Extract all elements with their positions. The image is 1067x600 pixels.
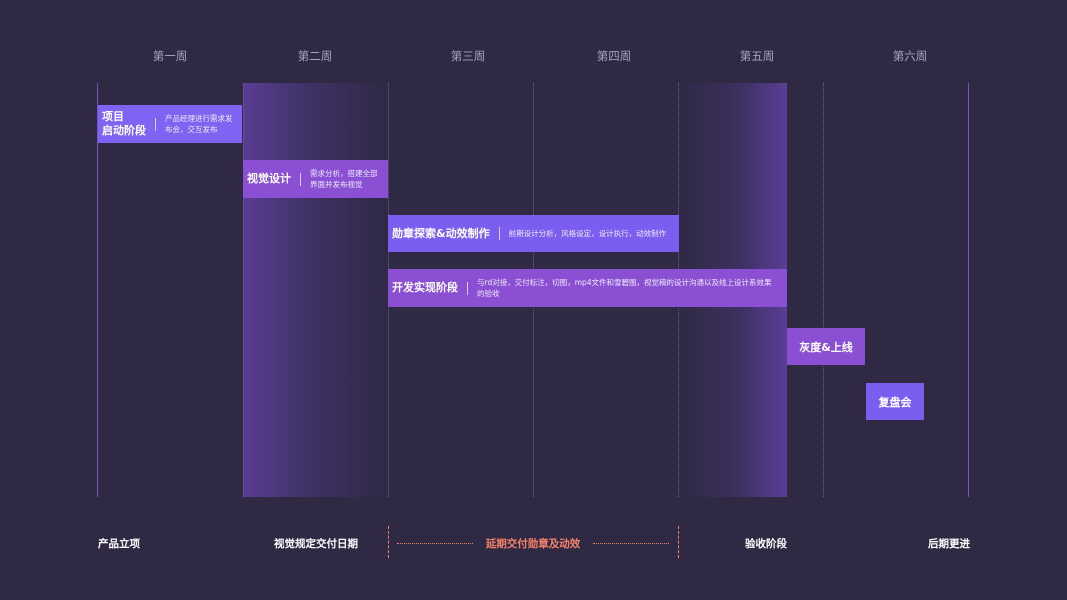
grid-line bbox=[823, 83, 824, 497]
separator bbox=[300, 172, 301, 186]
week-header-2: 第二周 bbox=[297, 49, 333, 63]
task-description: 与rd对接，交付标注，切图，mp4文件和雪碧图，视觉稿的设计沟通以及线上设计系效… bbox=[477, 278, 772, 298]
delay-line-left bbox=[397, 543, 473, 544]
week-header-3: 第三周 bbox=[450, 49, 486, 63]
task-description: 产品经理进行需求发布会，交互发布 bbox=[165, 114, 233, 134]
week-header-1: 第一周 bbox=[152, 49, 188, 63]
timeline-end-line bbox=[968, 83, 969, 497]
task-gray-release: 灰度&上线 bbox=[787, 328, 865, 365]
task-description: 需求分析，搭建全部界面并发布视觉 bbox=[310, 169, 378, 189]
task-development: 开发实现阶段 与rd对接，交付标注，切图，mp4文件和雪碧图，视觉稿的设计沟通以… bbox=[388, 269, 787, 307]
task-badge-exploration: 勋章探索&动效制作 前期设计分析，风格设定，设计执行，动效制作 bbox=[388, 215, 679, 252]
week-header-5: 第五周 bbox=[739, 49, 775, 63]
separator bbox=[467, 281, 468, 295]
visual-design-period-shade bbox=[243, 83, 388, 497]
milestone-visual-deadline: 视觉规定交付日期 bbox=[274, 538, 358, 550]
milestone-acceptance: 验收阶段 bbox=[745, 538, 787, 550]
milestone-delayed-delivery: 延期交付勋章及动效 bbox=[485, 538, 581, 550]
task-title: 开发实现阶段 bbox=[392, 281, 458, 294]
separator bbox=[498, 227, 500, 240]
grid-line bbox=[243, 83, 244, 497]
task-project-kickoff: 项目 启动阶段 产品经理进行需求发布会，交互发布 bbox=[98, 105, 242, 143]
task-visual-design: 视觉设计 需求分析，搭建全部界面并发布视觉 bbox=[243, 160, 388, 198]
week-header-6: 第六周 bbox=[892, 49, 928, 63]
delay-range-end bbox=[678, 526, 679, 558]
delay-line-right bbox=[593, 543, 669, 544]
milestone-project-approval: 产品立项 bbox=[98, 538, 140, 550]
task-title: 视觉设计 bbox=[247, 172, 291, 185]
delay-range-start bbox=[388, 526, 389, 558]
separator bbox=[155, 117, 156, 131]
task-title: 勋章探索&动效制作 bbox=[392, 226, 490, 240]
task-description: 前期设计分析，风格设定，设计执行，动效制作 bbox=[508, 229, 667, 238]
task-review-meeting: 复盘会 bbox=[866, 383, 924, 420]
timeline-start-line bbox=[97, 83, 98, 497]
task-title: 项目 启动阶段 bbox=[102, 110, 146, 137]
week-header-4: 第四周 bbox=[596, 49, 632, 63]
milestone-follow-up: 后期更进 bbox=[928, 538, 970, 550]
